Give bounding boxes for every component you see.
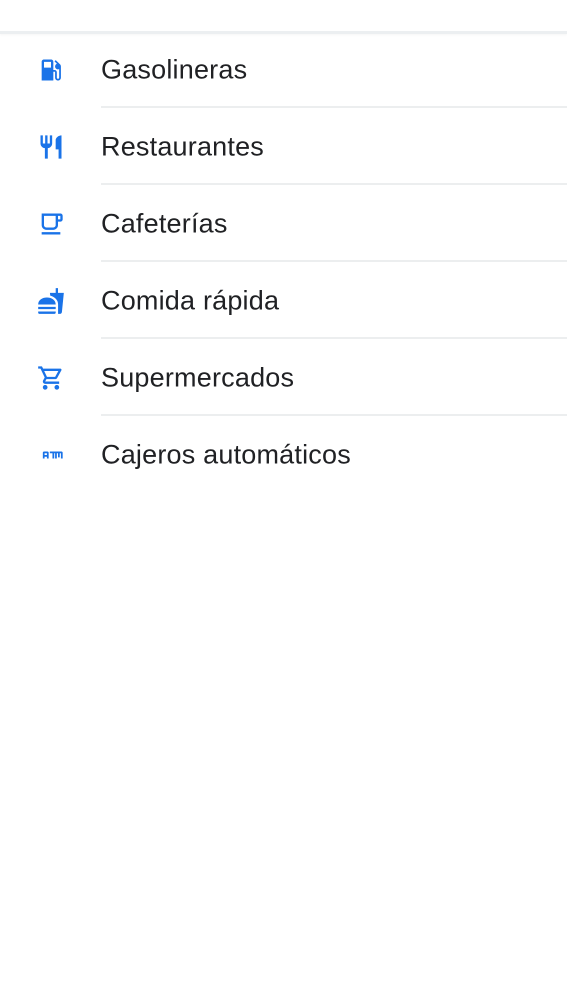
category-label: Cafeterías (101, 208, 228, 238)
category-item-gas-stations[interactable]: Gasolineras (0, 31, 567, 108)
fast-food-icon (36, 286, 66, 316)
category-label: Comida rápida (101, 285, 280, 315)
restaurant-icon (36, 132, 66, 162)
category-list: Gasolineras Restaurantes Cafeterías Comi… (0, 31, 567, 493)
category-item-atms[interactable]: Cajeros automáticos (0, 416, 567, 493)
category-label: Restaurantes (101, 131, 264, 161)
top-bar (0, 0, 567, 34)
category-label: Gasolineras (101, 54, 248, 84)
coffee-icon (36, 209, 66, 239)
category-label: Supermercados (101, 362, 295, 392)
shopping-cart-icon (36, 363, 66, 393)
category-item-supermarkets[interactable]: Supermercados (0, 339, 567, 416)
atm-icon (36, 440, 66, 470)
gas-station-icon (36, 55, 66, 85)
category-label: Cajeros automáticos (101, 439, 351, 469)
category-item-cafes[interactable]: Cafeterías (0, 185, 567, 262)
category-item-fast-food[interactable]: Comida rápida (0, 262, 567, 339)
category-item-restaurants[interactable]: Restaurantes (0, 108, 567, 185)
